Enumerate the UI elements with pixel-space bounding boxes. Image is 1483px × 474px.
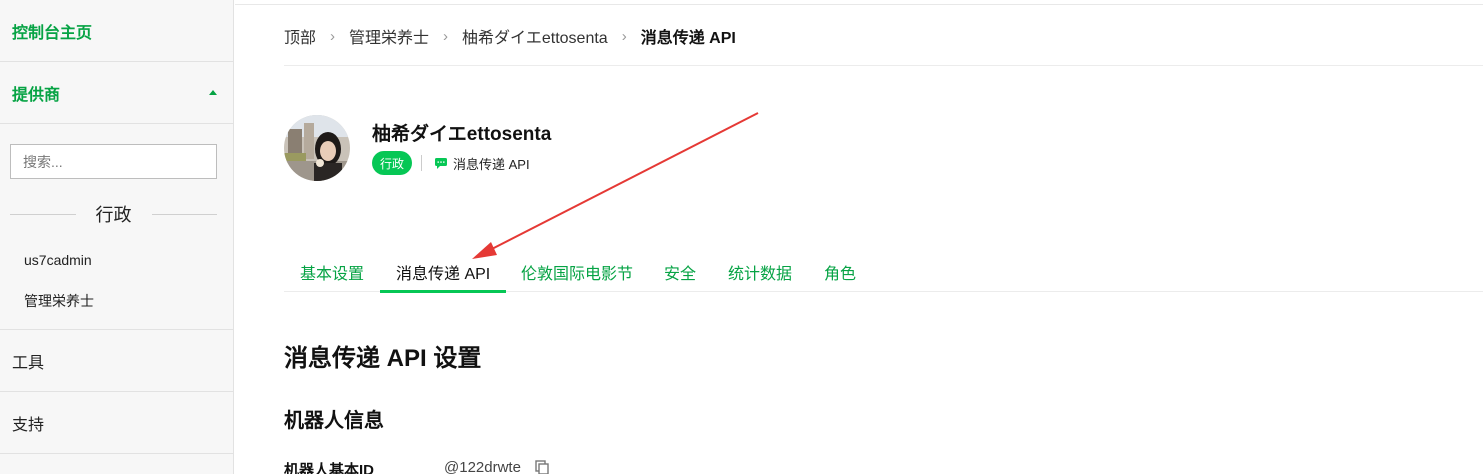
top-divider <box>235 4 1483 5</box>
avatar <box>284 115 350 181</box>
copy-icon[interactable] <box>535 460 549 474</box>
caret-up-icon <box>209 90 217 95</box>
sidebar-section-title: 行政 <box>95 205 132 225</box>
sidebar-support-label: 支持 <box>12 416 45 434</box>
channel-type-tag: 消息传递 API <box>435 154 530 173</box>
avatar-photo <box>284 115 350 181</box>
role-badge: 行政 <box>372 151 413 175</box>
tab-messaging-api[interactable]: 消息传递 API <box>380 252 507 293</box>
breadcrumb-channel[interactable]: 柚希ダイエettosenta <box>462 24 608 48</box>
bot-basic-id-row: @122drwte <box>444 459 549 474</box>
section-title: 消息传递 API 设置 <box>284 345 482 372</box>
tab-roles[interactable]: 角色 <box>824 252 856 292</box>
tab-label: 统计数据 <box>728 266 793 283</box>
sidebar-tools[interactable]: 工具 <box>0 330 233 392</box>
chevron-right-icon: › <box>621 27 627 45</box>
sidebar-item-label: 管理栄养士 <box>24 292 94 309</box>
bot-info-title: 机器人信息 <box>284 410 384 432</box>
sidebar-section-divider: 行政 <box>10 201 217 227</box>
tab-bar: 基本设置 消息传递 API 伦敦国际电影节 安全 统计数据 角色 <box>284 252 1483 293</box>
sidebar-item-dietitian[interactable]: 管理栄养士 <box>10 280 217 321</box>
sidebar-console-home-label: 控制台主页 <box>12 24 93 42</box>
sidebar: 控制台主页 提供商 行政 us7cadmin 管理栄养士 工具 支持 <box>0 0 234 474</box>
divider-line <box>10 213 76 215</box>
bot-basic-id-label: 机器人基本ID <box>284 462 375 474</box>
breadcrumb-current: 消息传递 API <box>640 30 736 47</box>
breadcrumb-top[interactable]: 顶部 <box>284 24 316 48</box>
tab-security[interactable]: 安全 <box>664 252 696 292</box>
sidebar-support[interactable]: 支持 <box>0 392 233 454</box>
tab-label: 基本设置 <box>300 266 365 283</box>
tab-statistics[interactable]: 统计数据 <box>728 252 792 292</box>
tab-liff[interactable]: 伦敦国际电影节 <box>521 252 633 292</box>
sidebar-tools-label: 工具 <box>12 354 45 372</box>
breadcrumb-provider[interactable]: 管理栄养士 <box>349 24 429 48</box>
bot-basic-id-value: @122drwte <box>444 459 521 474</box>
tab-basic-settings[interactable]: 基本设置 <box>300 252 364 292</box>
channel-name: 柚希ダイエettosenta <box>372 124 552 145</box>
badge-divider <box>421 155 422 171</box>
sidebar-console-home[interactable]: 控制台主页 <box>0 0 233 62</box>
tab-label: 伦敦国际电影节 <box>521 266 634 283</box>
sidebar-item-label: us7cadmin <box>24 251 92 268</box>
chevron-right-icon: › <box>443 27 449 45</box>
channel-type-label: 消息传递 API <box>453 157 530 172</box>
sidebar-provider-label: 提供商 <box>12 86 61 104</box>
sidebar-item-us7cadmin[interactable]: us7cadmin <box>10 239 217 280</box>
sidebar-search-input[interactable] <box>10 144 217 179</box>
tab-label: 角色 <box>824 266 857 283</box>
breadcrumb: 顶部 › 管理栄养士 › 柚希ダイエettosenta › 消息传递 API <box>284 24 736 48</box>
breadcrumb-divider <box>284 65 1483 66</box>
chat-bubble-icon <box>435 158 447 169</box>
tab-label: 安全 <box>664 266 697 283</box>
tab-label: 消息传递 API <box>396 266 491 283</box>
sidebar-provider-panel: 行政 us7cadmin 管理栄养士 <box>0 124 233 330</box>
chevron-right-icon: › <box>330 27 336 45</box>
sidebar-provider-toggle[interactable]: 提供商 <box>0 62 233 124</box>
divider-line <box>151 213 217 215</box>
